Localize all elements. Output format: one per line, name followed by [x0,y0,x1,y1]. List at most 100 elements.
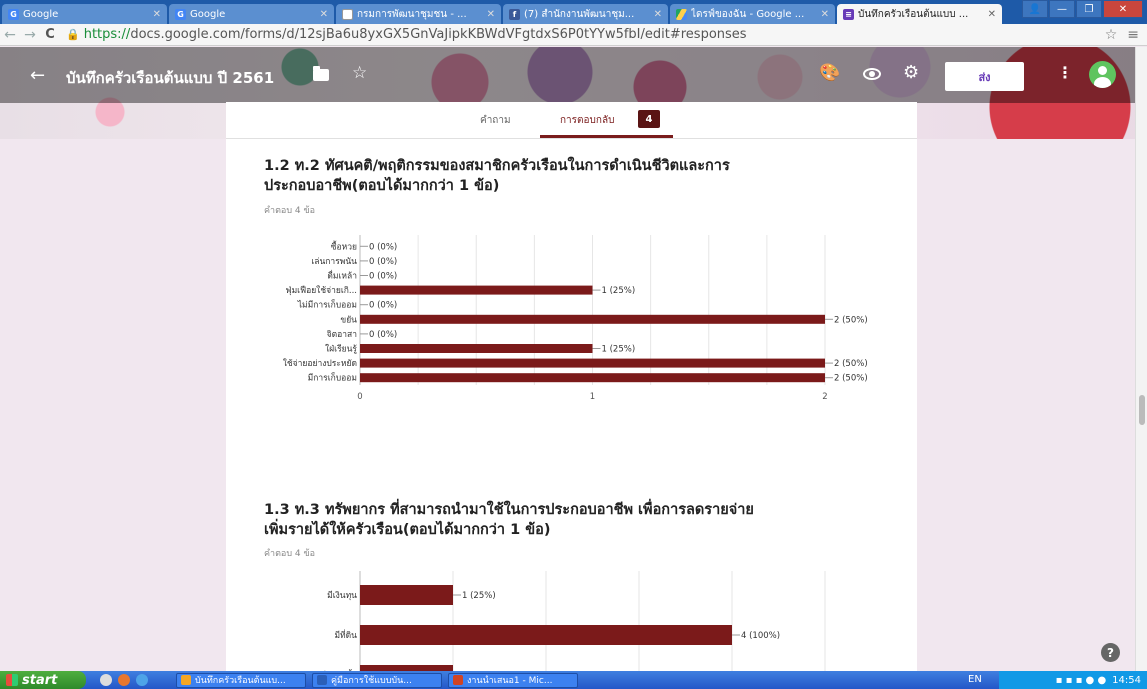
browser-tab-strip: G Google ✕ G Google ✕ กรมการพัฒนาชุมชน -… [0,0,1147,24]
bookmark-star-icon[interactable]: ☆ [1105,27,1118,43]
data-label: 2 (50%) [834,374,868,384]
data-label: 1 (25%) [602,345,636,355]
minimize-icon[interactable]: — [1049,0,1075,18]
question-title: 1.2 ท.2 ทัศนคติ/พฤติกรรมของสมาชิกครัวเรื… [264,158,730,194]
language-indicator[interactable]: EN [968,674,982,685]
system-tray: ▪ ▪ ▪ ● ● 14:54 [999,671,1147,689]
x-tick-label: 0 [357,392,362,402]
back-icon[interactable]: ← [0,27,20,43]
category-label: มีการเก็บออม [308,372,357,384]
page-icon [342,8,353,20]
x-tick-label: 2 [822,392,827,402]
question-response-count: คำตอบ 4 ข้อ [264,206,316,216]
close-icon[interactable]: ✕ [654,9,662,20]
url-field[interactable]: 🔒 https:// docs.google.com/forms/d/12sjB… [66,27,1105,42]
ie-icon[interactable] [136,674,148,686]
drive-icon [676,8,687,20]
bar [360,344,593,353]
gear-icon[interactable]: ⚙ [903,62,919,83]
address-bar: ← → C 🔒 https:// docs.google.com/forms/d… [0,24,1147,46]
send-button[interactable]: ส่ง [945,62,1024,91]
close-window-icon[interactable]: ✕ [1103,0,1143,18]
browser-tab-drive[interactable]: ไดรฟ์ของฉัน - Google ... ✕ [670,4,835,24]
x-tick-label: 1 [590,392,595,402]
browser-tab-cdd[interactable]: กรมการพัฒนาชุมชน - ... ✕ [336,4,501,24]
category-label: ใฝ่เรียนรู้ [325,344,357,355]
data-label: 1 (25%) [462,591,496,601]
windows-flag-icon [6,674,18,686]
data-label: 2 (50%) [834,359,868,369]
forms-icon: ≡ [843,8,854,20]
data-label: 0 (0%) [369,257,397,267]
question-title: 1.3 ท.3 ทรัพยากร ที่สามารถนำมาใช้ในการปร… [264,502,754,538]
close-icon[interactable]: ✕ [320,9,328,20]
category-label: มีที่ดิน [334,629,357,641]
avatar[interactable] [1089,61,1116,88]
user-icon[interactable]: 👤 [1022,0,1048,18]
form-title: บันทึกครัวเรือนต้นแบบ ปี 2561 [66,69,275,87]
bar-chart-q13: มีเงินทุน1 (25%)มีที่ดิน4 (100%)มีแหล่งน… [320,571,826,671]
back-arrow-icon[interactable]: ← [30,65,45,86]
category-label: ดื่มเหล้า [327,270,357,282]
category-label: มีเงินทุน [327,590,357,601]
bar-chart-q12: ซื้อหวย 0 (0%) เล่นการพนัน 0 (0%) ดื่มเหล้า 0… [283,235,868,402]
close-icon[interactable]: ✕ [487,9,495,20]
bar [360,285,593,295]
category-label: ฟุ่มเฟือยใช้จ่ายเกิ... [286,285,357,296]
data-label: 0 (0%) [369,272,397,282]
help-icon[interactable]: ? [1101,643,1120,662]
data-label: 4 (100%) [741,631,780,641]
close-icon[interactable]: ✕ [988,9,996,20]
bar [360,625,732,645]
facebook-icon: f [509,8,520,20]
browser-tab-facebook[interactable]: f (7) สำนักงานพัฒนาชุม... ✕ [503,4,668,24]
reload-icon[interactable]: C [40,27,60,42]
data-label: 0 (0%) [369,301,397,311]
category-label: จิตอาสา [327,330,357,340]
category-label: เล่นการพนัน [311,257,357,267]
browser-tab-google-1[interactable]: G Google ✕ [2,4,167,24]
chrome-icon [181,675,191,685]
folder-icon[interactable] [313,66,329,81]
palette-icon[interactable]: 🎨 [819,63,840,83]
scroll-thumb[interactable] [1139,395,1145,425]
category-label: ขยัน [340,315,357,325]
browser-tab-forms[interactable]: ≡ บันทึกครัวเรือนต้นแบบ ... ✕ [837,4,1002,24]
close-icon[interactable]: ✕ [153,9,161,20]
taskbar-item-word[interactable]: คู่มือการใช้แบบบัน... [312,672,442,688]
data-label: 2 (50%) [834,315,868,325]
forward-icon[interactable]: → [20,27,40,43]
category-label: ใช้จ่ายอย่างประหยัด [283,358,357,369]
chart-q12: ซื้อหวย 0 (0%) เล่นการพนัน 0 (0%) ดื่มเหล้า 0… [226,231,917,415]
lock-icon: 🔒 [66,28,80,41]
taskbar-item-powerpoint[interactable]: งานนำเสนอ1 - Mic... [448,672,578,688]
preview-eye-icon[interactable] [863,68,881,80]
response-count-badge: 4 [638,110,660,128]
close-icon[interactable]: ✕ [821,9,829,20]
bar [360,585,453,605]
responses-panel: 1.2 ท.2 ทัศนคติ/พฤติกรรมของสมาชิกครัวเรื… [226,139,917,671]
star-icon[interactable]: ☆ [352,63,367,83]
google-icon: G [8,8,19,20]
tab-responses[interactable]: การตอบกลับ [560,113,614,128]
start-button[interactable]: start [0,671,86,689]
desktop-icon[interactable] [100,674,112,686]
word-icon [317,675,327,685]
restore-icon[interactable]: ❐ [1076,0,1102,18]
tab-questions[interactable]: คำถาม [480,113,511,128]
taskbar-item-chrome[interactable]: บันทึกครัวเรือนต้นแบ... [176,672,306,688]
more-options-icon[interactable]: ⋮ [1057,63,1073,82]
active-tab-indicator [540,135,673,138]
category-label: ไม่มีการเก็บออม [297,299,357,311]
data-label: 0 (0%) [369,242,397,252]
tray-icons[interactable]: ▪ ▪ ▪ ● ● [1056,675,1107,686]
data-label: 1 (25%) [602,286,636,296]
firefox-icon[interactable] [118,674,130,686]
browser-tab-google-2[interactable]: G Google ✕ [169,4,334,24]
data-label: 0 (0%) [369,330,397,340]
bar [360,373,825,383]
bar [360,314,825,324]
page-scrollbar[interactable] [1135,47,1147,671]
menu-icon[interactable]: ≡ [1127,27,1139,43]
form-tabs: คำถาม การตอบกลับ 4 [226,102,917,139]
